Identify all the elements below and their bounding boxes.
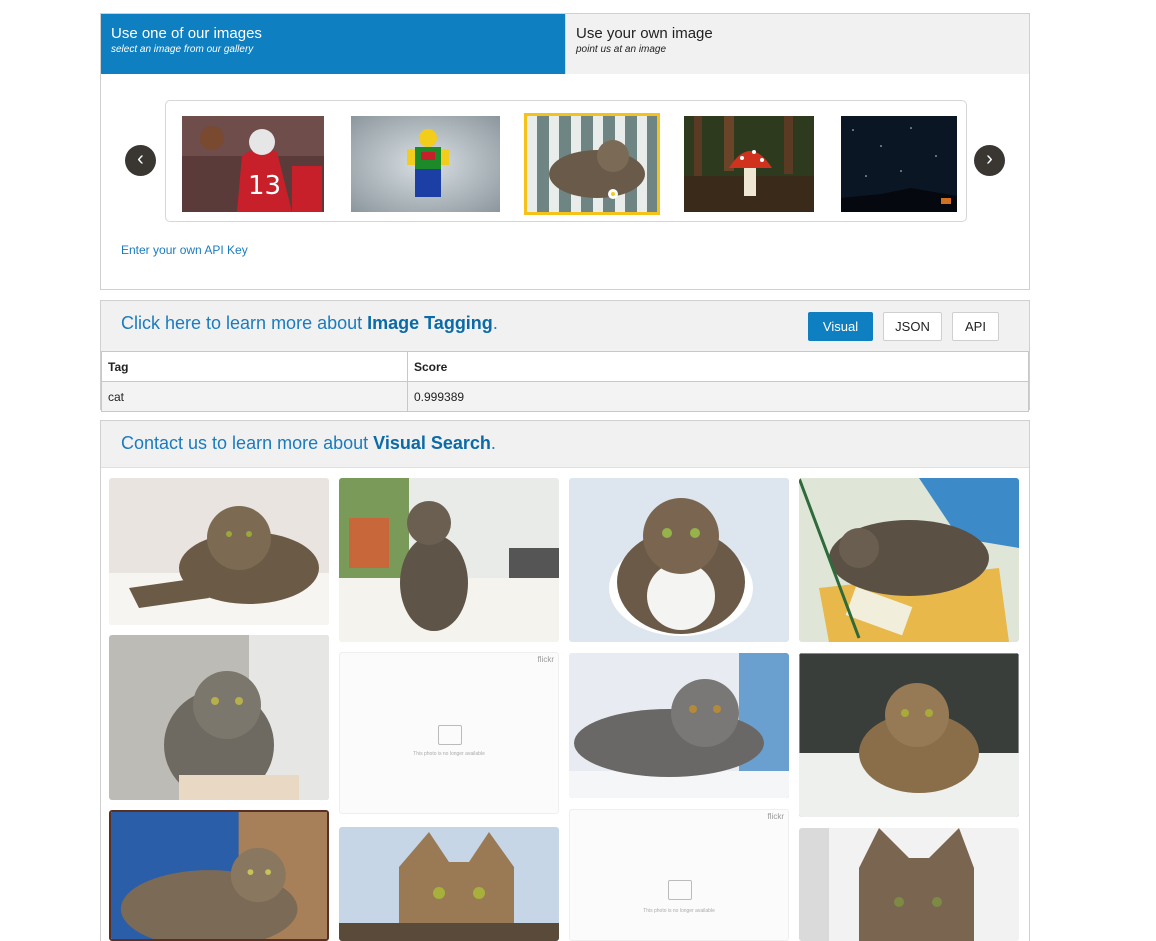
svg-text:13: 13 [248,171,281,201]
visual-search-panel: Contact us to learn more about Visual Se… [100,420,1030,941]
result-tile[interactable] [569,653,789,798]
image-carousel: 13 [165,100,967,222]
column-header-score: Score [407,351,1029,382]
result-tile[interactable] [109,635,329,800]
carousel-thumb-lego[interactable] [351,116,500,212]
vs-strong: Visual Search [373,433,491,453]
result-tile-unavailable[interactable]: flickr This photo is no longer available [339,652,559,814]
visual-search-header: Contact us to learn more about Visual Se… [101,421,1029,468]
unavailable-photo-icon [668,880,692,900]
carousel-thumb-football[interactable]: 13 [182,116,324,212]
tab-gallery-subtitle: select an image from our gallery [111,44,254,55]
api-key-link[interactable]: Enter your own API Key [121,243,248,257]
result-tile[interactable] [339,827,559,941]
learn-prefix: Click here to learn more about [121,313,368,333]
unavailable-photo-icon [438,725,462,745]
learn-image-tagging-link[interactable]: Click here to learn more about Image Tag… [121,313,498,334]
tab-own-image-subtitle: point us at an image [576,44,667,55]
result-tile-unavailable[interactable]: flickr This photo is no longer available [569,809,789,941]
result-tile[interactable] [799,478,1019,642]
tab-gallery[interactable]: Use one of our images select an image fr… [101,14,565,74]
vs-suffix: . [490,433,496,453]
tag-cell: cat [101,381,408,412]
result-tile[interactable] [799,653,1019,817]
result-tile-selected[interactable] [109,810,329,941]
tab-own-image[interactable]: Use your own image point us at an image [565,14,1029,74]
api-button[interactable]: API [952,312,999,341]
learn-strong: Image Tagging [367,313,493,333]
visual-button[interactable]: Visual [808,312,873,341]
tag-table: Tag Score cat 0.999389 [101,351,1029,412]
result-tile[interactable] [569,478,789,642]
contact-visual-search-link[interactable]: Contact us to learn more about Visual Se… [121,433,496,454]
json-button[interactable]: JSON [883,312,942,341]
table-row: cat 0.999389 [101,381,1029,412]
result-tile[interactable] [799,828,1019,941]
result-tile[interactable] [339,478,559,642]
tag-table-header: Tag Score [101,351,1029,382]
carousel-thumb-mushroom[interactable] [684,116,814,212]
image-tagging-panel: Click here to learn more about Image Tag… [100,300,1030,412]
carousel-thumb-night-sky[interactable] [841,116,957,212]
column-header-tag: Tag [101,351,408,382]
result-tile[interactable] [109,478,329,625]
tab-gallery-title: Use one of our images [111,25,262,42]
score-cell: 0.999389 [407,381,1029,412]
unavailable-text: This photo is no longer available [643,908,715,914]
learn-suffix: . [492,313,498,333]
carousel-prev-button[interactable]: ‹ [125,145,156,176]
carousel-next-button[interactable]: › [974,145,1005,176]
unavailable-text: This photo is no longer available [413,751,485,757]
flickr-label: flickr [767,812,784,821]
vs-prefix: Contact us to learn more about [121,433,374,453]
carousel-thumb-cat-selected[interactable] [524,113,660,215]
tab-own-image-title: Use your own image [576,25,713,42]
image-source-panel: Use one of our images select an image fr… [100,13,1030,290]
flickr-label: flickr [537,655,554,664]
